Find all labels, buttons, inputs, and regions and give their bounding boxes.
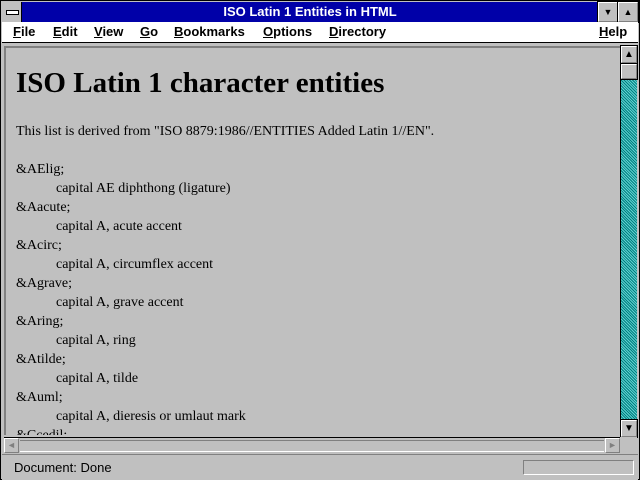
- entity-term: &Aacute;: [16, 200, 71, 215]
- entity-term: &Agrave;: [16, 276, 72, 291]
- menu-help[interactable]: Help: [599, 24, 627, 40]
- scroll-right-button[interactable]: ►: [605, 438, 620, 453]
- minimize-icon: ▼: [603, 7, 613, 17]
- menu-options[interactable]: Options: [263, 24, 312, 40]
- arrow-right-icon: ►: [608, 440, 617, 450]
- entity-term: &AElig;: [16, 162, 65, 177]
- maximize-icon: ▲: [623, 7, 633, 17]
- maximize-button[interactable]: ▲: [617, 1, 639, 23]
- title-bar[interactable]: ISO Latin 1 Entities in HTML ▼ ▲: [2, 1, 639, 23]
- menu-bookmarks[interactable]: Bookmarks: [174, 24, 245, 40]
- entity-term: &Acirc;: [16, 238, 62, 253]
- scroll-down-button[interactable]: ▼: [620, 419, 638, 438]
- status-text: Document: Done: [14, 460, 112, 475]
- progress-indicator: [523, 460, 634, 475]
- arrow-up-icon: ▲: [624, 49, 634, 60]
- vertical-scroll-thumb[interactable]: [620, 63, 638, 80]
- scroll-left-button[interactable]: ◄: [4, 438, 19, 453]
- entity-definition: capital AE diphthong (ligature): [56, 181, 231, 196]
- vertical-scrollbar[interactable]: ▲ ▼: [620, 45, 638, 438]
- status-bar: Document: Done: [2, 454, 638, 480]
- document-content: ISO Latin 1 character entities This list…: [16, 66, 616, 435]
- entity-term: &Aring;: [16, 314, 64, 329]
- menu-file[interactable]: File: [13, 24, 35, 40]
- browser-window: ISO Latin 1 Entities in HTML ▼ ▲ File Ed…: [0, 0, 640, 480]
- menu-edit[interactable]: Edit: [53, 24, 78, 40]
- entity-definition: capital A, ring: [56, 333, 136, 348]
- arrow-left-icon: ◄: [7, 440, 16, 450]
- entity-definition: capital A, dieresis or umlaut mark: [56, 409, 246, 424]
- menu-directory[interactable]: Directory: [329, 24, 386, 40]
- intro-paragraph: This list is derived from "ISO 8879:1986…: [16, 124, 435, 139]
- entity-definition: capital A, grave accent: [56, 295, 184, 310]
- entity-term: &Atilde;: [16, 352, 66, 367]
- entity-term: &Auml;: [16, 390, 63, 405]
- entity-definition: capital A, acute accent: [56, 219, 182, 234]
- minimize-button[interactable]: ▼: [597, 1, 619, 23]
- page-heading: ISO Latin 1 character entities: [16, 67, 385, 99]
- arrow-down-icon: ▼: [624, 423, 634, 434]
- horizontal-scrollbar[interactable]: ◄ ►: [4, 437, 620, 453]
- scroll-up-button[interactable]: ▲: [620, 45, 638, 64]
- system-menu-button[interactable]: [2, 2, 22, 22]
- horizontal-scroll-track[interactable]: [20, 440, 604, 452]
- system-menu-icon: [6, 10, 19, 15]
- menu-bar: File Edit View Go Bookmarks Options Dire…: [2, 22, 638, 43]
- document-viewport[interactable]: ISO Latin 1 character entities This list…: [4, 46, 620, 435]
- entity-list: &AElig; capital AE diphthong (ligature) …: [16, 160, 616, 435]
- entity-term: &Ccedil;: [16, 426, 616, 435]
- entity-definition: capital A, tilde: [56, 371, 139, 386]
- menu-go[interactable]: Go: [140, 24, 158, 40]
- window-title: ISO Latin 1 Entities in HTML: [223, 4, 397, 19]
- scrollbar-corner: [620, 437, 637, 453]
- menu-view[interactable]: View: [94, 24, 123, 40]
- entity-definition: capital A, circumflex accent: [56, 257, 214, 272]
